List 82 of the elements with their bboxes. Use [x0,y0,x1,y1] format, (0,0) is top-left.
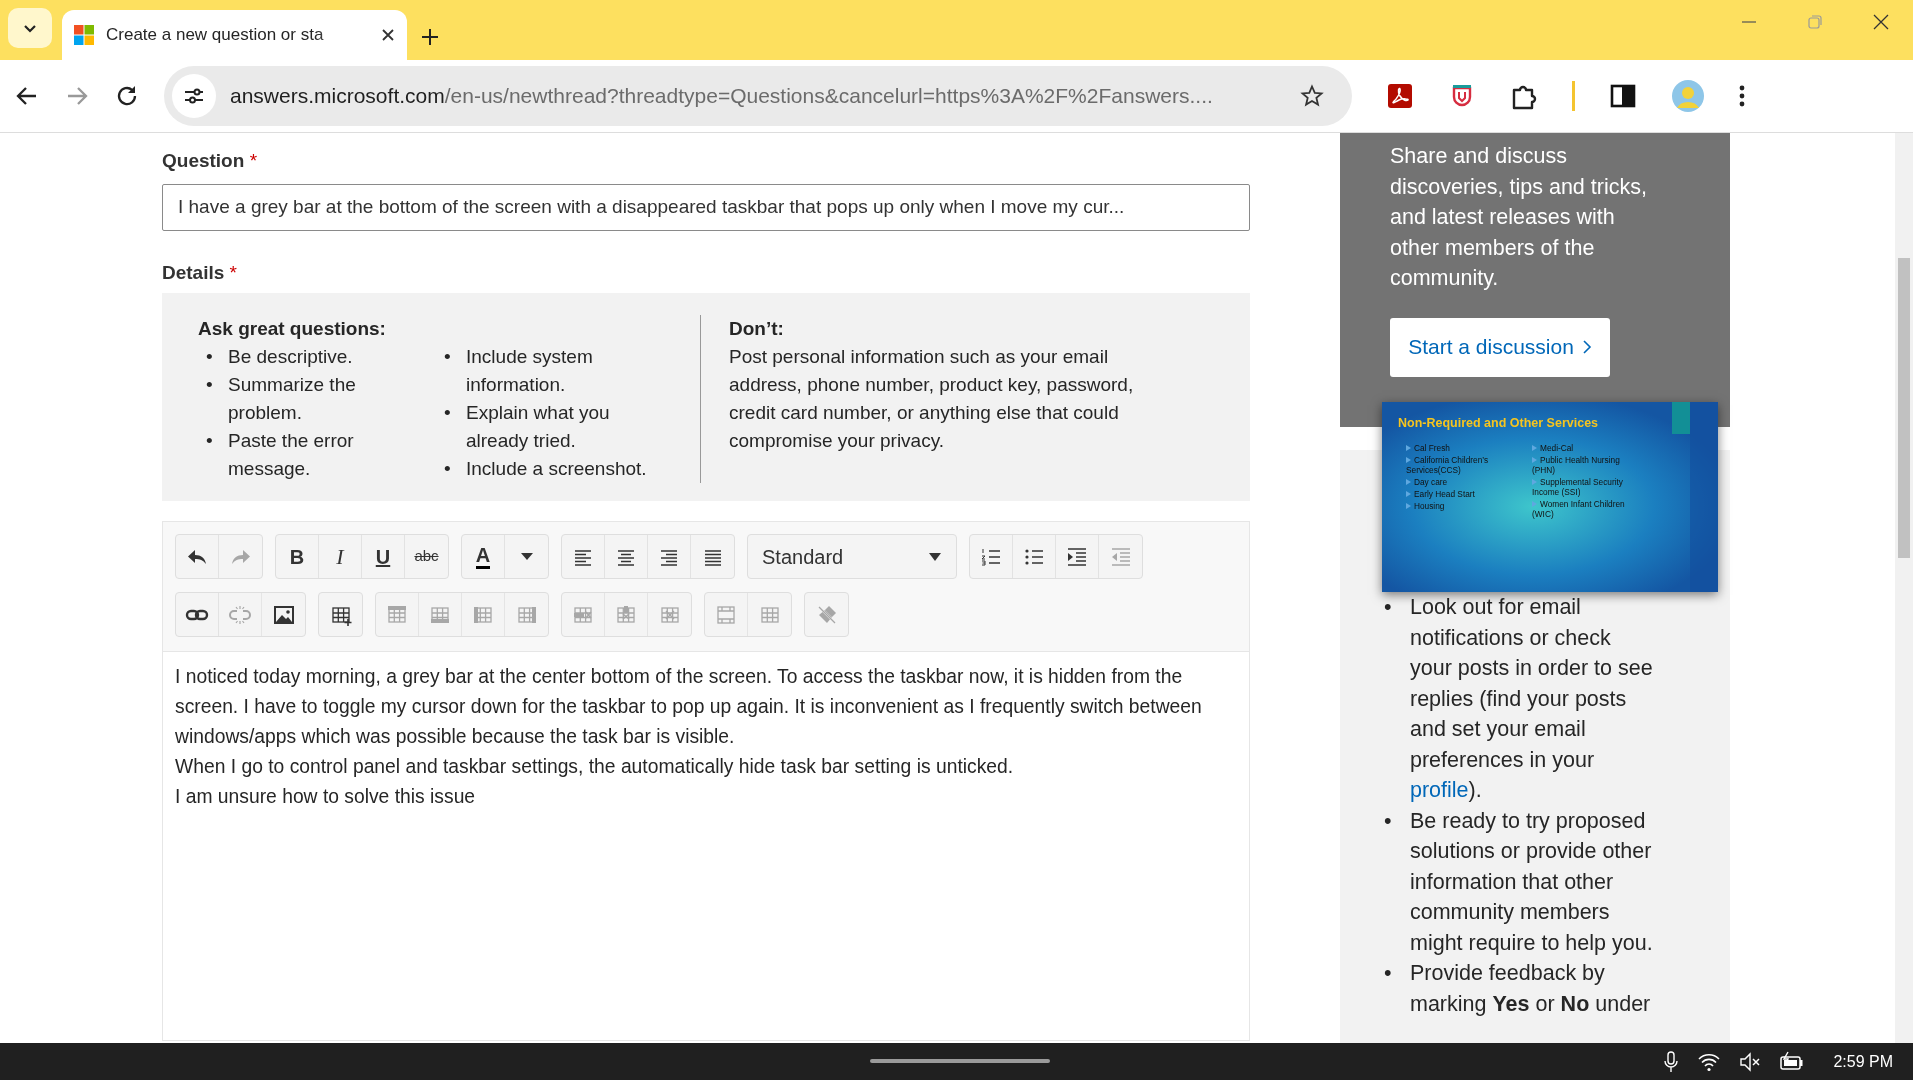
battery-charging-icon [1779,1050,1806,1073]
bullet-mark: • [205,345,214,369]
bullet-mark: • [443,345,452,369]
microphone-icon [1663,1050,1680,1073]
site-settings-button[interactable] [172,74,216,118]
bookmark-button[interactable] [1300,84,1324,108]
close-window-button[interactable] [1873,14,1889,30]
slide-bullet: Early Head Start [1406,488,1518,499]
toolbar-button[interactable]: U [362,535,405,578]
field-label: Question [162,150,245,171]
close-icon [1873,14,1889,30]
promo-text: Share and discuss discoveries, tips and tricks, and latest releases with other members of the community. [1390,143,1648,292]
tip-text: Be ready to try proposed solutions or provide other information that other community members might require to help you. [1410,808,1653,955]
slide-bullet: Cal Fresh [1406,442,1518,453]
restore-icon [1807,14,1823,30]
tip-item: Include system information. [466,346,593,395]
dont-text: Post personal information such as your email address, phone number, product key, password, credit card number, or anything else that could compromise your privacy. [729,345,1135,453]
browser-tab[interactable]: Create a new question or sta [62,10,407,60]
slide-bullet: Day care [1406,476,1518,487]
slide-bullet: Public Health Nursing (PHN) [1532,454,1621,475]
bullet-mark: • [1384,807,1393,835]
slide-bullet: Supplemental Security Income (SSI) [1532,476,1624,497]
tip-item: Explain what you already tried. [466,402,610,451]
tab-title: Create a new question or sta [106,24,325,47]
scrollbar[interactable] [1895,133,1913,1043]
tips-heading: Ask great questions: [198,317,387,341]
bullet-mark: • [205,373,214,397]
extension-button[interactable] [1386,82,1414,110]
menu-button[interactable] [1739,85,1745,107]
tip-text: Provide feedback by marking Yes or No under [1410,961,1651,1016]
minimize-icon [1741,21,1757,23]
chevron-right-icon [1581,339,1592,355]
separator-line [1572,81,1575,111]
tip-item: Be descriptive. [228,346,353,367]
slide-bullet: Medi-Cal [1532,442,1644,453]
bullet-mark: • [205,429,214,453]
bullet-mark: • [1384,594,1393,621]
side-panel-icon [1609,82,1637,110]
minimize-button[interactable] [1741,21,1757,23]
caret-down-icon [928,551,942,562]
side-panel-button[interactable] [1609,82,1637,110]
bullet-mark: • [443,457,452,481]
question-input[interactable]: I have a grey bar at the bottom of the screen with a disappeared taskbar that pops up only when I move my cur... [162,183,1250,231]
required-mark: * [249,150,258,171]
new-tab-button[interactable] [421,28,439,46]
slide-bullet: Women Infant Children (WIC) [1532,498,1626,519]
windows-logo-icon [74,25,94,45]
tip-item: Include a screenshot. [466,458,647,479]
toolbar-button[interactable]: abc [405,535,448,578]
address-bar[interactable]: answers.microsoft.com/en-us/newthread?threadtype=Questions&cancelurl=https%3A%2F%2Fanswers.... [164,66,1352,126]
toolbar-button[interactable]: B [276,535,319,578]
bullet-mark: • [443,401,452,425]
volume-button[interactable] [1739,1050,1762,1073]
format-dropdown[interactable]: Standard [748,535,956,578]
start-discussion-button[interactable]: Start a discussion [1390,317,1610,377]
tip-item: Summarize the problem. [228,374,356,423]
plus-icon [421,28,439,46]
bullet-mark: • [1384,960,1393,987]
muted-speaker-icon [1739,1050,1762,1073]
slide-bullet: Housing [1406,500,1518,511]
slide-bullet: California Children’s Services(CCS) [1406,454,1490,475]
more-vertical-icon [1739,85,1745,107]
tip-item: Paste the error message. [228,430,354,479]
close-icon [381,28,395,42]
clock-time[interactable]: 2:59 PM [1833,1049,1893,1074]
url-text: answers.microsoft.com/en-us/newthread?threadtype=Questions&cancelurl=https%3A%2F%2Fanswers.... [230,83,1214,110]
caret-down-icon [520,553,533,560]
star-icon [1300,84,1324,108]
field-label: Details [162,261,225,283]
close-tab-button[interactable] [381,28,395,42]
battery-button[interactable] [1779,1050,1806,1073]
avatar-icon [1671,79,1705,113]
toolbar-button[interactable]: A [462,535,505,578]
microphone-button[interactable] [1663,1050,1680,1073]
slide-title: Non-Required and Other Services [1398,415,1600,432]
tip-text: Look out for email notifications or check your posts in order to see replies (find your posts and set your email preferences in your profile). [1410,595,1653,802]
toolbar-button[interactable]: I [319,535,362,578]
document-icon [1386,82,1414,110]
profile-link[interactable]: profile [1410,778,1469,802]
required-mark: * [229,261,237,283]
dont-heading: Don’t: [729,317,785,341]
editor-text[interactable]: I noticed today morning, a grey bar at the center bottom of the screen. To access the taskbar now, it is hidden from the screen. I have to toggle my cursor down for the taskbar to pop up again. It is inconvenient as I frequently switch between windows/apps which was possible because the task bar is visible. When I go to control panel and taskbar settings, the automatically hide task bar setting is unticked. I am unsure how to solve this issue [163,652,1249,822]
